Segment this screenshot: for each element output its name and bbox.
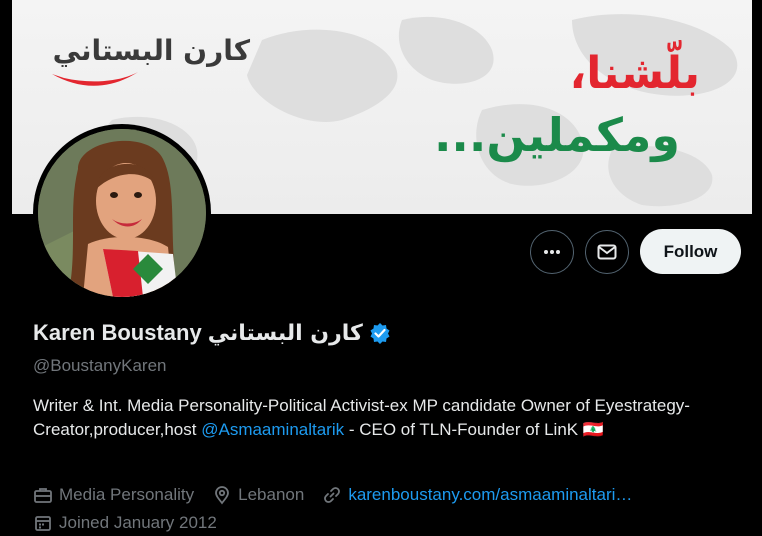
follow-button[interactable]: Follow <box>640 229 741 274</box>
display-name: Karen Boustany <box>33 320 202 345</box>
website-item[interactable]: karenboustany.com/asmaaminaltari… <box>322 485 632 505</box>
location-item: Lebanon <box>212 485 304 505</box>
verified-badge-icon[interactable] <box>369 322 391 344</box>
category-item: Media Personality <box>33 485 194 505</box>
avatar-image <box>38 129 206 297</box>
banner-slogan-line2: ومكملين... <box>433 108 680 162</box>
logo-swoosh <box>52 72 138 86</box>
category-label: Media Personality <box>59 485 195 504</box>
avatar-portrait <box>38 129 206 297</box>
location-pin-icon <box>212 485 232 505</box>
bio-mention-link[interactable]: @Asmaaminaltarik <box>201 420 344 439</box>
location-label: Lebanon <box>238 485 305 504</box>
banner-logo-text: كارن البستاني <box>52 34 250 67</box>
profile-meta-row: Media Personality Lebanon karenboustany.… <box>33 485 650 505</box>
display-name-arabic: كارن البستاني <box>207 320 363 346</box>
message-button[interactable] <box>585 230 629 274</box>
link-icon <box>322 485 342 505</box>
envelope-icon <box>597 244 617 260</box>
bio-text-continued: - CEO of TLN-Founder of LinK <box>344 420 583 439</box>
more-icon <box>544 250 560 254</box>
more-options-button[interactable] <box>530 230 574 274</box>
banner-logo: كارن البستاني <box>50 34 250 96</box>
profile-name-row: Karen Boustany كارن البستاني <box>33 320 391 346</box>
website-link[interactable]: karenboustany.com/asmaaminaltari… <box>348 485 632 505</box>
calendar-icon <box>33 513 53 533</box>
avatar[interactable] <box>33 124 211 302</box>
profile-joined-row: Joined January 2012 <box>33 513 235 533</box>
joined-item: Joined January 2012 <box>33 513 217 533</box>
left-gutter <box>0 0 12 536</box>
right-gutter <box>752 0 762 536</box>
profile-handle: @BoustanyKaren <box>33 356 167 375</box>
banner-slogan-line1: بلّشنا، <box>569 48 700 99</box>
profile-bio: Writer & Int. Media Personality-Politica… <box>33 394 733 442</box>
joined-label: Joined January 2012 <box>59 513 217 532</box>
lebanon-flag-icon: 🇱🇧 <box>582 420 605 439</box>
briefcase-icon <box>33 485 53 505</box>
